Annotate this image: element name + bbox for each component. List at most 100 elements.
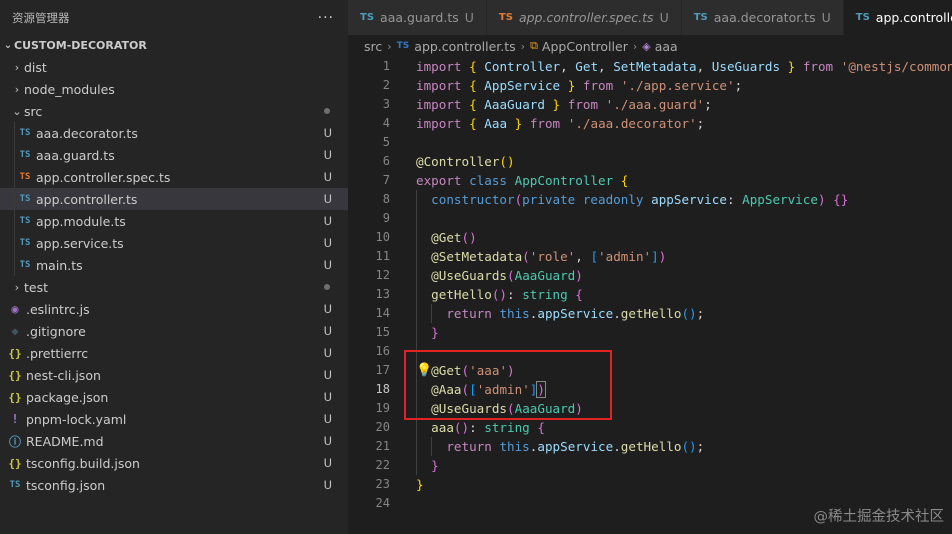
git-status-badge: U — [323, 368, 332, 382]
breadcrumb: src › TS app.controller.ts › ⧉ AppContro… — [348, 35, 952, 57]
code-line: 11 @SetMetadata('role', ['admin']) — [348, 247, 952, 266]
tab-aaa-decorator-ts[interactable]: TS aaa.decorator.ts U — [681, 0, 844, 35]
json-file-icon: {} — [8, 346, 22, 360]
git-status-badge: U — [659, 10, 669, 25]
tsconfig-file-icon: TS — [9, 480, 21, 490]
readme-file-icon: ⓘ — [8, 434, 21, 449]
tree-item-src[interactable]: ⌄ src — [0, 100, 348, 122]
tree-item-label: app.controller.ts — [36, 191, 138, 207]
method-symbol-icon: ◈ — [642, 39, 651, 53]
code-line: 3 import { AaaGuard } from './aaa.guard'; — [348, 95, 952, 114]
line-number: 4 — [382, 116, 390, 130]
code-line: 20 aaa(): string { — [348, 418, 952, 437]
breadcrumb-file[interactable]: app.controller.ts — [414, 39, 515, 54]
typescript-file-icon: TS — [19, 216, 31, 226]
json-file-icon: {} — [8, 368, 22, 382]
chevron-down-icon: ⌄ — [3, 39, 13, 51]
code-line: 10 @Get() — [348, 228, 952, 247]
tab-app-controller-spec-ts[interactable]: TS app.controller.spec.ts U — [486, 0, 682, 35]
project-root[interactable]: ⌄ CUSTOM-DECORATOR — [0, 34, 348, 56]
line-number: 13 — [375, 287, 390, 301]
tree-item-app-service-ts[interactable]: TS app.service.ts U — [0, 232, 348, 254]
code-line: 1 import { Controller, Get, SetMetadata, … — [348, 57, 952, 76]
code-line: 21 return this.appService.getHello(); — [348, 437, 952, 456]
tree-item-package-json[interactable]: {} package.json U — [0, 386, 348, 408]
code-line: 22 } — [348, 456, 952, 475]
typescript-file-icon: TS — [360, 12, 375, 23]
git-status-badge: U — [323, 170, 332, 184]
tab-app-controller-ts[interactable]: TS app.controller.ts — [843, 0, 952, 35]
chevron-right-icon: › — [14, 82, 20, 96]
tree-item-label: app.controller.spec.ts — [36, 169, 171, 185]
tree-item-aaa-guard-ts[interactable]: TS aaa.guard.ts U — [0, 144, 348, 166]
modified-dot-icon — [324, 284, 330, 290]
tree-item-main-ts[interactable]: TS main.ts U — [0, 254, 348, 276]
tab-label: aaa.decorator.ts — [713, 10, 816, 25]
tree-item-label: dist — [24, 59, 47, 75]
git-status-badge: U — [323, 126, 332, 140]
tree-item-pnpm-lock-yaml[interactable]: ! pnpm-lock.yaml U — [0, 408, 348, 430]
tree-item-tsconfig-json[interactable]: TS tsconfig.json U — [0, 474, 348, 496]
tree-item-label: pnpm-lock.yaml — [26, 411, 127, 427]
breadcrumb-member[interactable]: aaa — [655, 39, 678, 54]
tree-item-label: package.json — [26, 389, 109, 405]
line-number: 11 — [375, 249, 390, 263]
git-status-badge: U — [323, 478, 332, 492]
tree-item-label: main.ts — [36, 257, 83, 273]
code-editor[interactable]: 1 import { Controller, Get, SetMetadata, … — [348, 57, 952, 534]
tree-item-dist[interactable]: › dist — [0, 56, 348, 78]
code-line: 8 constructor(private readonly appServic… — [348, 190, 952, 209]
typescript-file-icon: TS — [396, 41, 410, 51]
line-number: 16 — [375, 344, 390, 358]
tree-item-test[interactable]: › test — [0, 276, 348, 298]
tree-item-eslintrc-js[interactable]: ◉ .eslintrc.js U — [0, 298, 348, 320]
tree-item-gitignore[interactable]: ◆ .gitignore U — [0, 320, 348, 342]
tree-item-node-modules[interactable]: › node_modules — [0, 78, 348, 100]
watermark: @稀土掘金技术社区 — [813, 509, 945, 525]
tab-label: app.controller.spec.ts — [518, 10, 654, 25]
git-status-badge: U — [323, 456, 332, 470]
git-status-badge: U — [323, 148, 332, 162]
json-file-icon: {} — [8, 456, 22, 470]
git-status-badge: U — [464, 10, 474, 25]
tree-item-nest-cli-json[interactable]: {} nest-cli.json U — [0, 364, 348, 386]
git-status-badge: U — [323, 258, 332, 272]
json-file-icon: {} — [8, 390, 22, 404]
indent-guide — [14, 166, 15, 188]
code-line: 5 — [348, 133, 952, 152]
tree-item-label: .gitignore — [26, 323, 86, 339]
class-symbol-icon: ⧉ — [530, 39, 538, 52]
chevron-right-icon: › — [14, 60, 20, 74]
typescript-file-icon: TS — [19, 194, 31, 204]
line-number: 7 — [382, 173, 390, 187]
tree-item-label: test — [24, 279, 49, 295]
breadcrumb-class[interactable]: AppController — [542, 39, 628, 54]
tree-item-app-controller-ts[interactable]: TS app.controller.ts U — [0, 188, 348, 210]
code-line: 7 export class AppController { — [348, 171, 952, 190]
tree-item-readme-md[interactable]: ⓘ README.md U — [0, 430, 348, 452]
code-line: 6 @Controller() — [348, 152, 952, 171]
tree-item-label: nest-cli.json — [26, 367, 101, 383]
more-actions-icon[interactable]: ··· — [318, 10, 334, 26]
breadcrumb-folder[interactable]: src — [364, 39, 382, 54]
typescript-file-icon: TS — [19, 238, 31, 248]
tree-item-aaa-decorator-ts[interactable]: TS aaa.decorator.ts U — [0, 122, 348, 144]
line-number: 5 — [382, 135, 390, 149]
typescript-file-icon: TS — [19, 260, 31, 270]
tree-item-app-controller-spec-ts[interactable]: TS app.controller.spec.ts U — [0, 166, 348, 188]
git-status-badge: U — [323, 192, 332, 206]
highlight-box — [404, 350, 612, 420]
tree-item-app-module-ts[interactable]: TS app.module.ts U — [0, 210, 348, 232]
git-status-badge: U — [323, 324, 332, 338]
tree-item-label: tsconfig.build.json — [26, 455, 140, 471]
tab-aaa-guard-ts[interactable]: TS aaa.guard.ts U — [348, 0, 487, 35]
chevron-right-icon: › — [520, 39, 526, 53]
tree-item-prettierrc[interactable]: {} .prettierrc U — [0, 342, 348, 364]
typescript-file-icon: TS — [498, 12, 513, 23]
git-status-badge: U — [323, 302, 332, 316]
code-line: 13 getHello(): string { — [348, 285, 952, 304]
tree-item-tsconfig-build-json[interactable]: {} tsconfig.build.json U — [0, 452, 348, 474]
line-number: 6 — [382, 154, 390, 168]
explorer-sidebar: 资源管理器 ··· ⌄ CUSTOM-DECORATOR › dist › node_… — [0, 0, 348, 534]
yaml-file-icon: ! — [11, 412, 19, 426]
